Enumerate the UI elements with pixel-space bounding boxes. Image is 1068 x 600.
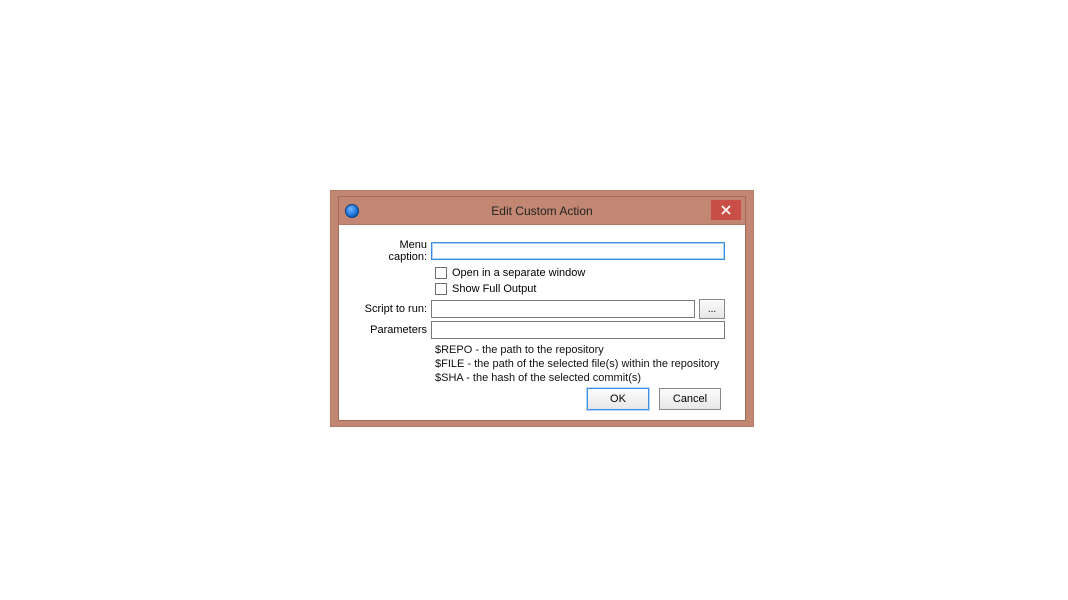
app-icon — [345, 204, 359, 218]
titlebar: Edit Custom Action — [339, 197, 745, 225]
helper-line-sha: $SHA - the hash of the selected commit(s… — [435, 371, 725, 385]
parameters-input[interactable] — [431, 321, 725, 339]
helper-line-repo: $REPO - the path to the repository — [435, 343, 725, 357]
close-icon — [721, 205, 731, 215]
close-button[interactable] — [711, 200, 741, 220]
parameters-row: Parameters — [359, 321, 725, 339]
show-full-output-label[interactable]: Show Full Output — [452, 282, 536, 296]
open-separate-checkbox[interactable] — [435, 267, 447, 279]
dialog-buttons: OK Cancel — [587, 388, 721, 410]
edit-custom-action-dialog: Edit Custom Action Menu caption: Open in… — [338, 196, 746, 421]
dialog-content: Menu caption: Open in a separate window … — [349, 225, 735, 420]
script-to-run-label: Script to run: — [359, 303, 431, 315]
script-to-run-row: Script to run: ... — [359, 299, 725, 319]
helper-line-file: $FILE - the path of the selected file(s)… — [435, 357, 725, 371]
show-full-output-checkbox[interactable] — [435, 283, 447, 295]
menu-caption-label: Menu caption: — [359, 239, 431, 263]
show-full-output-row: Show Full Output — [435, 281, 725, 297]
parameters-label: Parameters — [359, 324, 431, 336]
browse-script-button[interactable]: ... — [699, 299, 725, 319]
open-separate-row: Open in a separate window — [435, 265, 725, 281]
window-title: Edit Custom Action — [339, 204, 745, 218]
form: Menu caption: Open in a separate window … — [349, 225, 735, 385]
ok-button[interactable]: OK — [587, 388, 649, 410]
script-to-run-input[interactable] — [431, 300, 695, 318]
menu-caption-row: Menu caption: — [359, 239, 725, 263]
cancel-button[interactable]: Cancel — [659, 388, 721, 410]
open-separate-label[interactable]: Open in a separate window — [452, 266, 585, 280]
menu-caption-input[interactable] — [431, 242, 725, 260]
helper-text: $REPO - the path to the repository $FILE… — [435, 343, 725, 385]
